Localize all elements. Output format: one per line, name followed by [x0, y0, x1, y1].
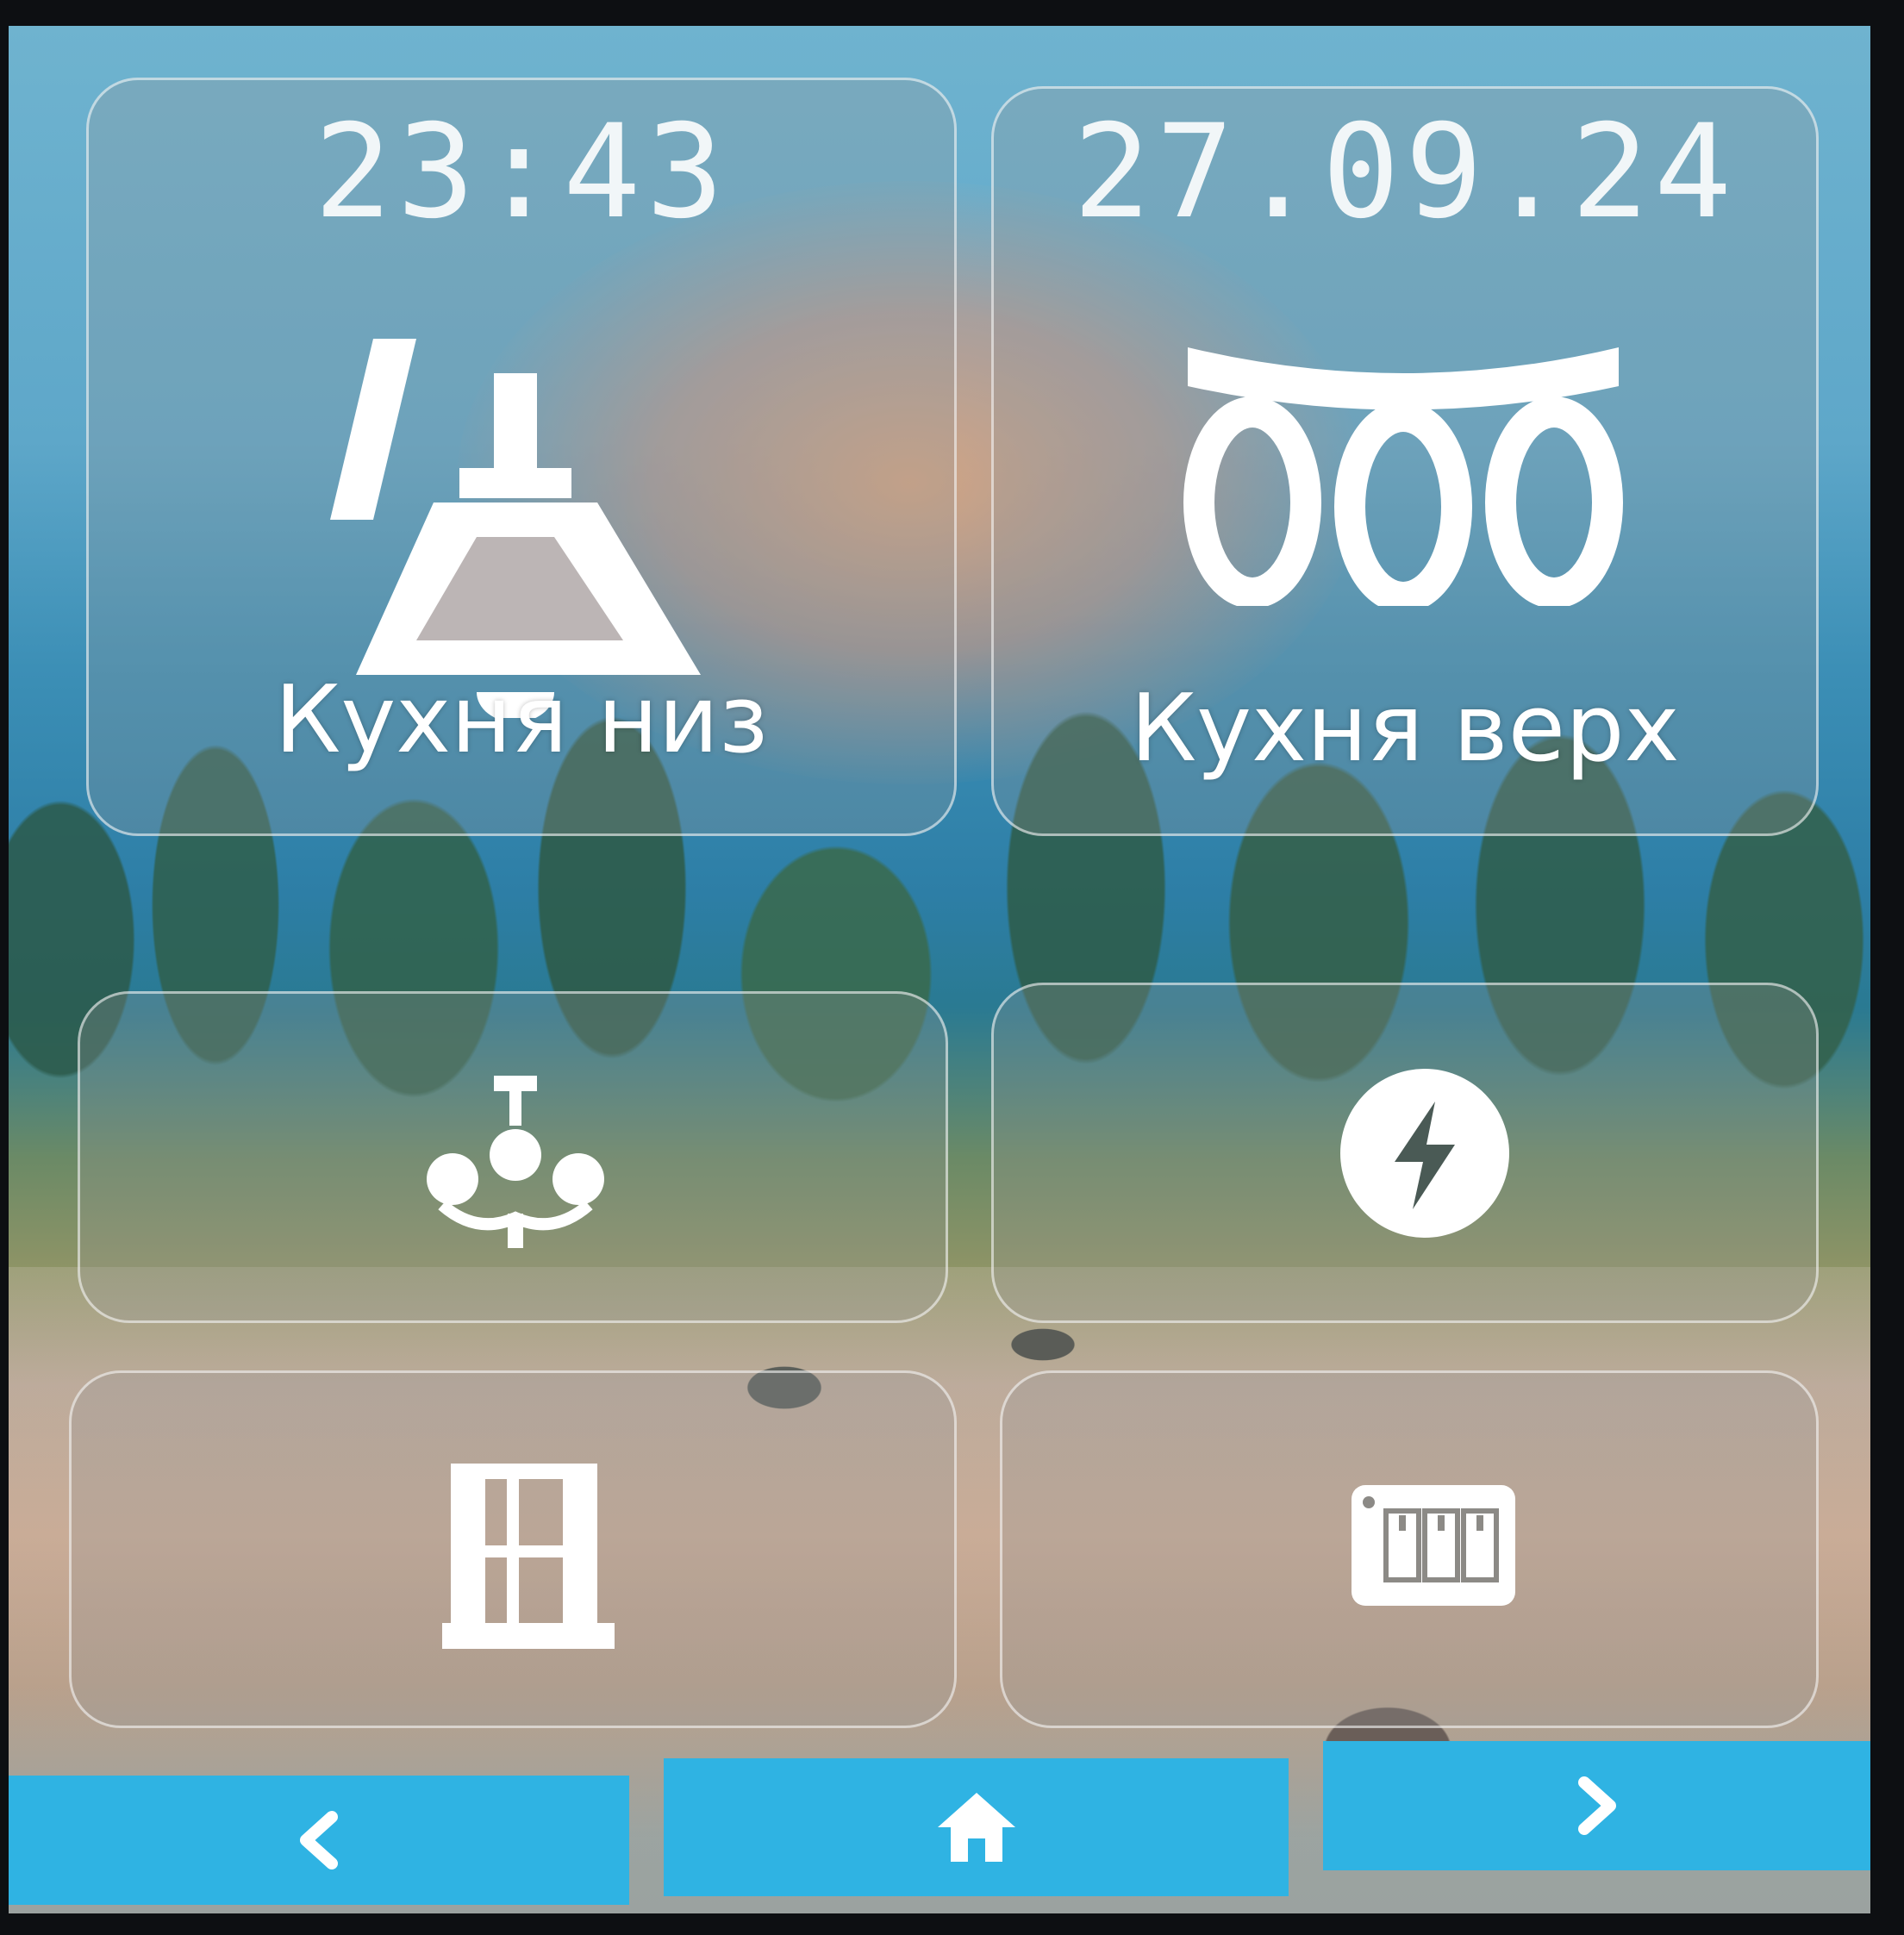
chandelier-icon — [427, 1076, 604, 1248]
chevron-left-icon — [300, 1811, 338, 1869]
clock-display: 23:43 — [314, 97, 729, 247]
tile-label: Кухня верх — [1130, 675, 1680, 783]
tile-chandelier[interactable] — [78, 991, 948, 1323]
tile-kitchen-low[interactable]: 23:43 Кухня низ — [86, 78, 957, 836]
tile-label: Кухня низ — [274, 666, 769, 774]
pendant-lamp-icon — [330, 339, 701, 718]
window-icon — [442, 1464, 615, 1649]
back-button[interactable] — [9, 1776, 629, 1905]
panel-screen: 23:43 Кухня низ 27.09.24 Кухня верх — [9, 26, 1870, 1913]
chevron-right-icon — [1577, 1776, 1616, 1835]
switch-panel-icon — [1352, 1485, 1515, 1606]
three-spot-lamp-icon — [1183, 347, 1623, 606]
bottom-navbar — [9, 1741, 1870, 1913]
tile-kitchen-high[interactable]: 27.09.24 Кухня верх — [991, 86, 1819, 836]
forward-button[interactable] — [1323, 1741, 1870, 1870]
date-display: 27.09.24 — [1072, 97, 1738, 247]
tile-switch-panel[interactable] — [1000, 1370, 1819, 1728]
tile-window[interactable] — [69, 1370, 957, 1728]
tile-power[interactable] — [991, 983, 1819, 1323]
power-bolt-icon — [1340, 1069, 1509, 1238]
home-button[interactable] — [664, 1758, 1289, 1896]
home-icon — [937, 1793, 1015, 1862]
